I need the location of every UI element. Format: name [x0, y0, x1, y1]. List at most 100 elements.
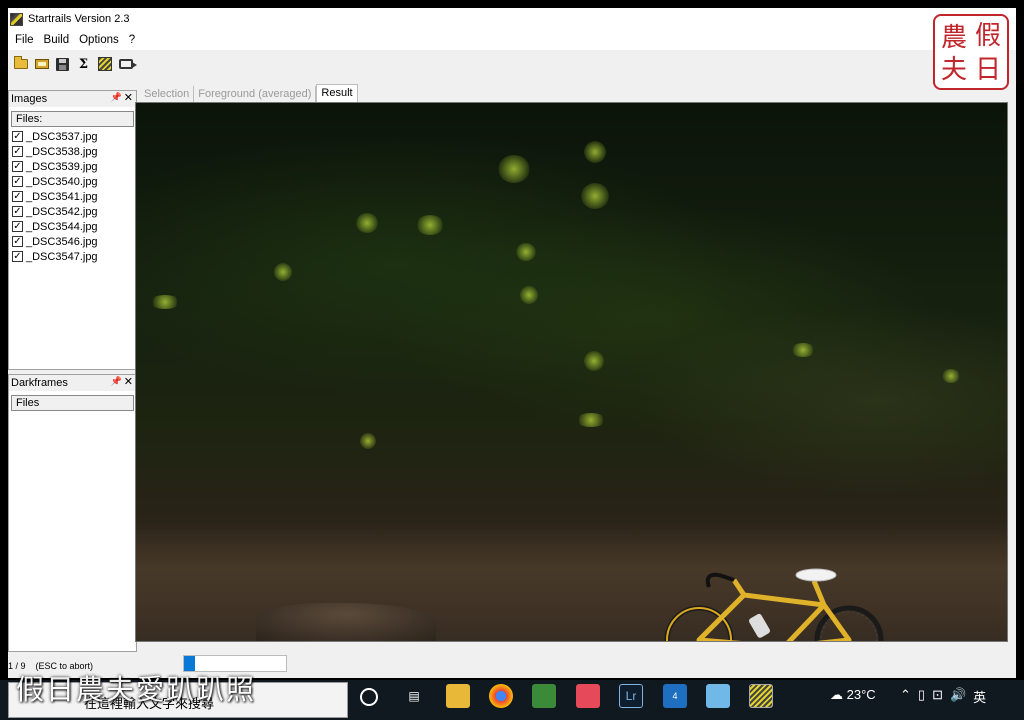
badge-count: 4 [672, 691, 678, 701]
checkbox[interactable]: ✓ [12, 161, 23, 172]
files-column-header[interactable]: Files: [11, 111, 134, 127]
list-item[interactable]: ✓ _DSC3540.jpg [9, 174, 136, 189]
firefly-light [150, 295, 180, 309]
files-column-header[interactable]: Files [11, 395, 134, 411]
battery-icon[interactable]: ▯ [918, 687, 925, 706]
firefly-light [584, 141, 606, 163]
menu-help[interactable]: ? [124, 34, 140, 46]
photos-icon[interactable] [532, 684, 556, 708]
list-item[interactable]: ✓ _DSC3544.jpg [9, 219, 136, 234]
images-panel-title: Images [11, 93, 48, 105]
menu-build[interactable]: Build [39, 34, 75, 46]
firefly-light [942, 369, 960, 383]
startrails-taskbar-icon[interactable] [749, 684, 773, 708]
firefly-light [791, 343, 815, 357]
darkframes-panel: Darkframes 📌 ✕ Files [8, 374, 137, 652]
save-button[interactable] [54, 56, 71, 73]
startrails-icon [97, 57, 112, 71]
file-explorer-icon[interactable] [446, 684, 470, 708]
file-name: _DSC3544.jpg [26, 220, 98, 233]
pin-icon[interactable]: 📌 [111, 376, 122, 387]
image-file-list: ✓ _DSC3537.jpg ✓ _DSC3538.jpg ✓ _DSC3539.jp… [9, 129, 136, 264]
file-name: _DSC3546.jpg [26, 235, 98, 248]
file-name: _DSC3542.jpg [26, 205, 98, 218]
outlook-icon[interactable]: 4 [663, 684, 687, 708]
window-title: Startrails Version 2.3 [28, 13, 130, 25]
watermark-stamp-logo: 農 假 夫 日 [933, 14, 1009, 90]
save-icon [56, 57, 69, 71]
startrails-app-icon [10, 12, 23, 26]
file-name: _DSC3541.jpg [26, 190, 98, 203]
checkbox[interactable]: ✓ [12, 236, 23, 247]
checkbox[interactable]: ✓ [12, 191, 23, 202]
sticky-app-icon[interactable] [576, 684, 600, 708]
title-bar: Startrails Version 2.3 [8, 8, 1016, 30]
menu-bar: File Build Options ? [8, 30, 1016, 50]
firefly-light [416, 215, 444, 235]
chevron-up-icon[interactable]: ⌃ [900, 687, 911, 706]
tab-foreground[interactable]: Foreground (averaged) [194, 86, 317, 102]
system-tray: ⌃ ▯ ⊡ 🔊 英 [900, 687, 986, 706]
file-name: _DSC3537.jpg [26, 130, 98, 143]
list-item[interactable]: ✓ _DSC3546.jpg [9, 234, 136, 249]
firefly-light [274, 263, 292, 281]
open-darkframes-button[interactable] [33, 56, 50, 73]
list-item[interactable]: ✓ _DSC3541.jpg [9, 189, 136, 204]
darkframes-panel-header: Darkframes 📌 ✕ [9, 375, 136, 391]
tab-result[interactable]: Result [316, 84, 358, 102]
file-name: _DSC3547.jpg [26, 250, 98, 263]
checkbox[interactable]: ✓ [12, 251, 23, 262]
checkbox[interactable]: ✓ [12, 131, 23, 142]
notepad-icon[interactable] [706, 684, 730, 708]
checkbox[interactable]: ✓ [12, 176, 23, 187]
close-icon[interactable]: ✕ [124, 91, 133, 104]
temperature: 23°C [846, 687, 876, 702]
result-image-viewer[interactable] [135, 102, 1008, 642]
list-item[interactable]: ✓ _DSC3537.jpg [9, 129, 136, 144]
task-view-icon[interactable]: ▤ [402, 684, 426, 708]
firefly-light [356, 213, 378, 233]
darkframes-panel-title: Darkframes [11, 377, 68, 389]
pin-icon[interactable]: 📌 [111, 92, 122, 103]
images-panel-header: Images 📌 ✕ [9, 91, 136, 107]
firefly-light [498, 155, 530, 183]
bicycle-figurine [664, 568, 884, 641]
checkbox[interactable]: ✓ [12, 206, 23, 217]
list-item[interactable]: ✓ _DSC3542.jpg [9, 204, 136, 219]
menu-options[interactable]: Options [74, 34, 124, 46]
cortana-icon[interactable] [360, 688, 378, 706]
volume-icon[interactable]: 🔊 [950, 687, 966, 706]
ime-indicator[interactable]: 英 [973, 687, 986, 706]
chrome-icon[interactable] [489, 684, 513, 708]
build-video-button[interactable] [117, 56, 137, 73]
toolbar: Σ [8, 52, 1016, 76]
close-icon[interactable]: ✕ [124, 375, 133, 388]
list-item[interactable]: ✓ _DSC3547.jpg [9, 249, 136, 264]
file-name: _DSC3540.jpg [26, 175, 98, 188]
open-folder-icon [34, 59, 49, 69]
open-images-button[interactable] [12, 56, 29, 73]
checkbox[interactable]: ✓ [12, 146, 23, 157]
menu-file[interactable]: File [10, 34, 39, 46]
watermark-text: 假日農夫愛趴趴照 [16, 673, 257, 706]
network-icon[interactable]: ⊡ [932, 687, 943, 706]
firefly-light [520, 286, 538, 304]
lightroom-icon[interactable]: Lr [619, 684, 643, 708]
tab-selection[interactable]: Selection [140, 86, 195, 102]
build-startrails-button[interactable] [96, 56, 113, 73]
weather-widget[interactable]: ☁ 23°C [830, 687, 876, 703]
list-item[interactable]: ✓ _DSC3539.jpg [9, 159, 136, 174]
rock-foreground [256, 603, 436, 641]
file-name: _DSC3538.jpg [26, 145, 98, 158]
file-name: _DSC3539.jpg [26, 160, 98, 173]
sigma-icon: Σ [78, 56, 89, 72]
firefly-light [360, 433, 376, 449]
view-tabs: Selection Foreground (averaged) Result [134, 82, 1008, 102]
open-folder-icon [13, 56, 28, 69]
checkbox[interactable]: ✓ [12, 221, 23, 232]
firefly-light [581, 183, 609, 209]
average-button[interactable]: Σ [75, 56, 92, 73]
list-item[interactable]: ✓ _DSC3538.jpg [9, 144, 136, 159]
firefly-light [576, 413, 606, 427]
video-camera-icon [118, 59, 137, 69]
